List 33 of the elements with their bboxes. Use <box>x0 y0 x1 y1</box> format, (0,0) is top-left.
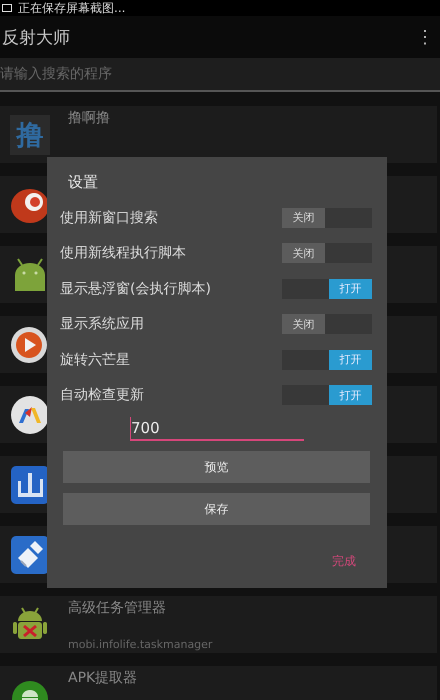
app-icon: 撸 <box>10 114 50 154</box>
menu-button[interactable]: ⋮ <box>410 26 440 48</box>
app-name: APK提取器 <box>68 668 138 686</box>
app-icon <box>10 464 50 504</box>
input-field[interactable]: 700 <box>130 417 304 441</box>
setting-label: 自动检查更新 <box>60 386 144 404</box>
brush-icon <box>10 534 50 574</box>
app-row[interactable]: 撸 撸啊撸 <box>0 106 437 163</box>
toggle-switch[interactable]: 打开 <box>282 278 372 299</box>
dialog-button[interactable]: 保存 <box>63 493 370 525</box>
toggle-switch[interactable]: 关闭 <box>282 243 372 264</box>
app-name: 高级任务管理器 <box>68 598 167 616</box>
app-name: 撸啊撸 <box>68 108 110 126</box>
app-title: 反射大师 <box>2 26 70 48</box>
search-field[interactable]: 请输入搜索的程序 <box>0 58 440 92</box>
setting-label: 显示系统应用 <box>60 315 144 334</box>
app-row[interactable]: APK提取器 <box>0 666 437 700</box>
package-name: mobi.infolife.taskmanager <box>68 638 212 650</box>
notification-text: 正在保存屏幕截图... <box>18 1 126 15</box>
toggle-switch[interactable]: 打开 <box>282 385 372 406</box>
app-row[interactable]: 高级任务管理器 mobi.infolife.taskmanager <box>0 596 437 653</box>
dialog-button[interactable]: 预览 <box>63 451 370 483</box>
toggle-switch[interactable]: 打开 <box>282 350 372 370</box>
setting-label: 使用新窗口搜索 <box>60 208 158 227</box>
screenshot-icon <box>2 4 12 12</box>
setting-label: 显示悬浮窗(会执行脚本) <box>60 280 211 298</box>
setting-label: 使用新线程执行脚本 <box>60 244 186 262</box>
toggle-switch[interactable]: 关闭 <box>282 314 372 334</box>
app-icon <box>10 394 50 434</box>
dialog-title: 设置 <box>67 173 99 192</box>
play-icon <box>10 324 50 364</box>
setting-label: 旋转六芒星 <box>60 350 130 369</box>
toggle-switch[interactable]: 关闭 <box>282 208 372 228</box>
